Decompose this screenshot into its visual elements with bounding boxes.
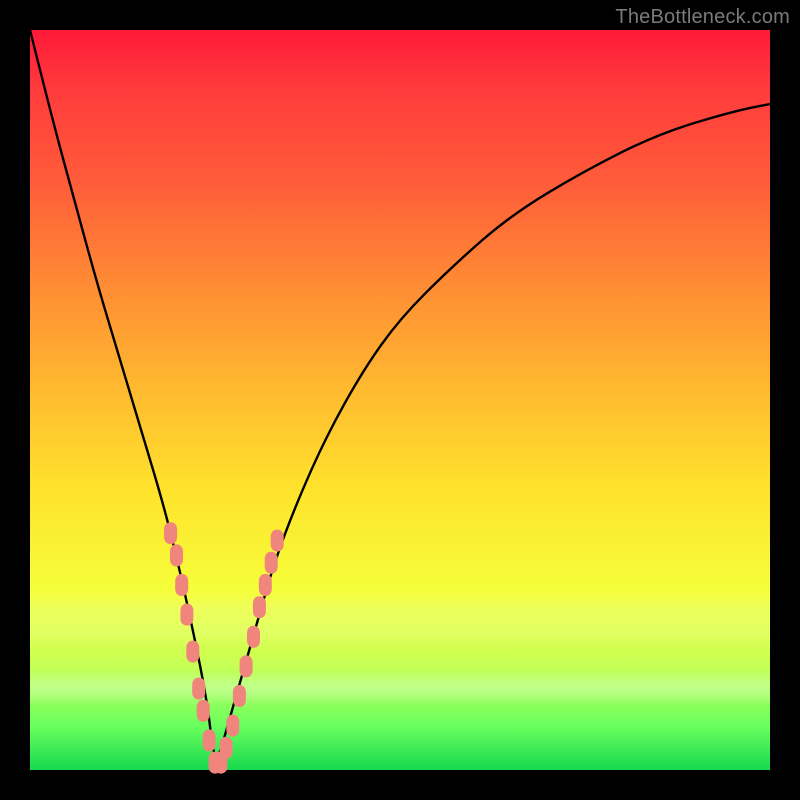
curve-marker	[175, 574, 188, 596]
curve-marker	[265, 552, 278, 574]
curve-marker	[192, 678, 205, 700]
curve-marker	[233, 685, 246, 707]
plot-area	[30, 30, 770, 770]
curve-marker	[170, 544, 183, 566]
curve-marker	[259, 574, 272, 596]
curve-marker	[186, 641, 199, 663]
curve-marker	[220, 737, 233, 759]
curve-marker	[253, 596, 266, 618]
curve-layer	[30, 30, 770, 770]
curve-marker	[226, 715, 239, 737]
curve-marker	[203, 729, 216, 751]
curve-marker	[164, 522, 177, 544]
curve-marker	[271, 530, 284, 552]
curve-marker	[247, 626, 260, 648]
bottleneck-curve	[30, 30, 770, 755]
curve-marker	[197, 700, 210, 722]
curve-marker	[180, 604, 193, 626]
chart-frame: TheBottleneck.com	[0, 0, 800, 800]
curve-marker	[240, 655, 253, 677]
watermark-text: TheBottleneck.com	[615, 6, 790, 29]
